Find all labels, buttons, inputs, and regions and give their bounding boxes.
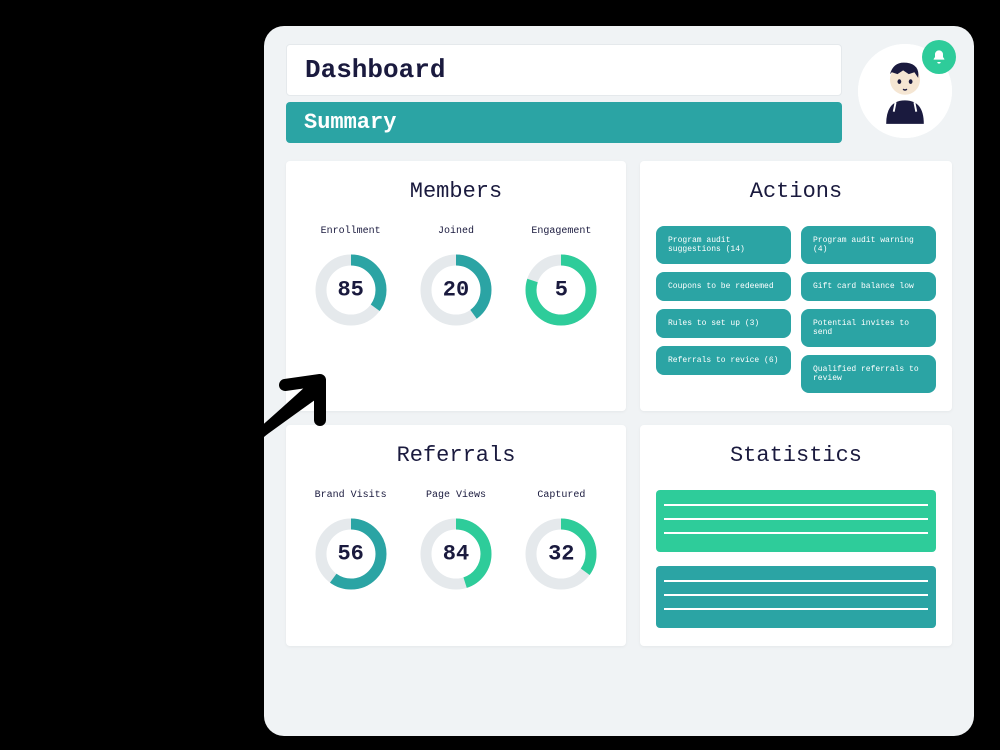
actions-right-col: Program audit warning (4) Gift card balan… xyxy=(801,226,936,393)
donut-label: Joined xyxy=(407,226,504,237)
donut-chart: 32 xyxy=(520,513,602,595)
donut-value: 20 xyxy=(443,278,469,303)
donut-item: Brand Visits 56 xyxy=(302,490,399,595)
actions-left-col: Program audit suggestions (14) Coupons to… xyxy=(656,226,791,393)
page-subtitle: Summary xyxy=(286,102,842,143)
members-card: Members Enrollment 85 Joined 20 Engageme… xyxy=(286,161,626,411)
donut-chart: 5 xyxy=(520,249,602,331)
actions-columns: Program audit suggestions (14) Coupons to… xyxy=(656,226,936,393)
donut-value: 56 xyxy=(337,542,363,567)
action-pill[interactable]: Referrals to revice (6) xyxy=(656,346,791,375)
action-pill[interactable]: Program audit warning (4) xyxy=(801,226,936,264)
donut-label: Brand Visits xyxy=(302,490,399,501)
action-pill[interactable]: Coupons to be redeemed xyxy=(656,272,791,301)
dashboard-panel: Dashboard Summary Members Enrollment xyxy=(264,26,974,736)
bell-icon xyxy=(931,49,947,65)
donut-item: Page Views 84 xyxy=(407,490,504,595)
statistics-card: Statistics xyxy=(640,425,952,646)
page-title: Dashboard xyxy=(286,44,842,96)
referrals-donuts: Brand Visits 56 Page Views 84 Captured 3… xyxy=(302,490,610,595)
donut-item: Captured 32 xyxy=(513,490,610,595)
header-row: Dashboard Summary xyxy=(286,44,952,143)
donut-value: 84 xyxy=(443,542,469,567)
donut-chart: 20 xyxy=(415,249,497,331)
donut-label: Engagement xyxy=(513,226,610,237)
referrals-card: Referrals Brand Visits 56 Page Views 84 … xyxy=(286,425,626,646)
donut-item: Engagement 5 xyxy=(513,226,610,331)
donut-label: Captured xyxy=(513,490,610,501)
donut-value: 32 xyxy=(548,542,574,567)
action-pill[interactable]: Rules to set up (3) xyxy=(656,309,791,338)
donut-value: 5 xyxy=(555,278,568,303)
actions-card: Actions Program audit suggestions (14) Co… xyxy=(640,161,952,411)
members-title: Members xyxy=(302,179,610,204)
donut-item: Enrollment 85 xyxy=(302,226,399,331)
donut-chart: 85 xyxy=(310,249,392,331)
stat-block xyxy=(656,490,936,552)
action-pill[interactable]: Potential invites to send xyxy=(801,309,936,347)
notification-badge[interactable] xyxy=(922,40,956,74)
statistics-blocks xyxy=(656,490,936,628)
action-pill[interactable]: Program audit suggestions (14) xyxy=(656,226,791,264)
content-grid: Members Enrollment 85 Joined 20 Engageme… xyxy=(286,161,952,646)
donut-value: 85 xyxy=(337,278,363,303)
donut-chart: 84 xyxy=(415,513,497,595)
statistics-title: Statistics xyxy=(656,443,936,468)
donut-label: Page Views xyxy=(407,490,504,501)
stat-block xyxy=(656,566,936,628)
avatar[interactable] xyxy=(858,44,952,138)
action-pill[interactable]: Gift card balance low xyxy=(801,272,936,301)
actions-title: Actions xyxy=(656,179,936,204)
donut-chart: 56 xyxy=(310,513,392,595)
referrals-title: Referrals xyxy=(302,443,610,468)
header-left: Dashboard Summary xyxy=(286,44,842,143)
donut-item: Joined 20 xyxy=(407,226,504,331)
action-pill[interactable]: Qualified referrals to review xyxy=(801,355,936,393)
members-donuts: Enrollment 85 Joined 20 Engagement 5 xyxy=(302,226,610,331)
donut-label: Enrollment xyxy=(302,226,399,237)
